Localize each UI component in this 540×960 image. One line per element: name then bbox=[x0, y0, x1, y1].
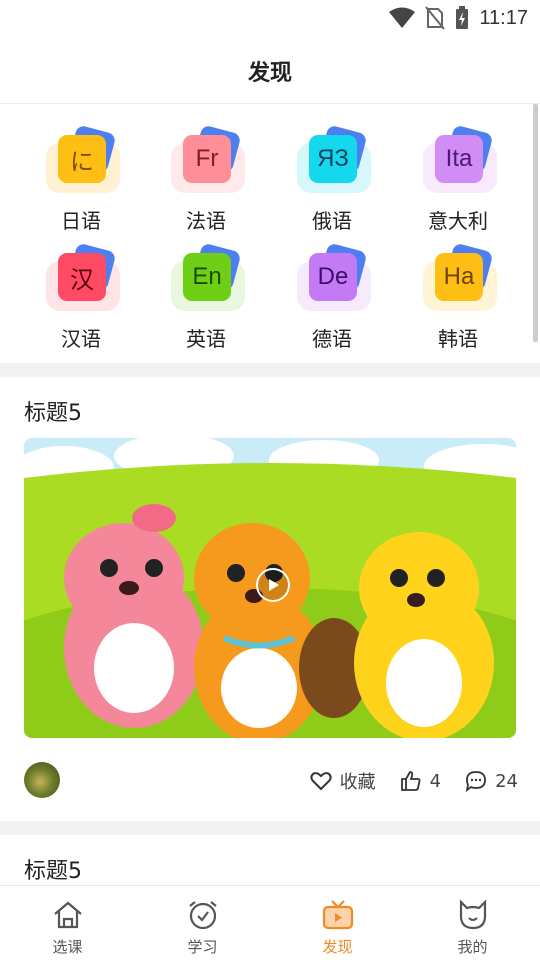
author-avatar[interactable] bbox=[24, 762, 60, 798]
comment-count: 24 bbox=[495, 770, 518, 792]
language-item-italian[interactable]: Ita 意大利 bbox=[395, 113, 521, 233]
korean-badge-icon: Ha bbox=[423, 242, 499, 311]
battery-icon bbox=[456, 6, 469, 29]
like-button[interactable]: 4 bbox=[400, 770, 441, 792]
play-icon bbox=[269, 579, 279, 591]
tab-study[interactable]: 学习 bbox=[135, 886, 270, 960]
cat-face-icon bbox=[459, 899, 486, 930]
no-sim-icon bbox=[425, 6, 446, 30]
language-item-korean[interactable]: Ha 韩语 bbox=[395, 231, 521, 351]
status-icons: 11:17 bbox=[389, 6, 528, 30]
section-divider bbox=[0, 363, 540, 377]
post-actions: 收藏 4 24 bbox=[294, 766, 518, 796]
wifi-icon bbox=[389, 7, 416, 28]
language-grid: に 日语 Fr 法语 ЯЗ 俄语 Ita 意大利 汉 汉语 En 英语 De 德… bbox=[0, 105, 540, 363]
tab-label: 我的 bbox=[457, 938, 488, 956]
language-label: 法语 bbox=[186, 209, 226, 233]
english-badge-icon: En bbox=[171, 242, 247, 311]
home-icon bbox=[53, 901, 82, 929]
language-item-japanese[interactable]: に 日语 bbox=[18, 113, 144, 233]
bottom-tab-bar: 选课 学习 发现 我的 bbox=[0, 885, 540, 960]
play-button[interactable] bbox=[256, 568, 290, 602]
status-time: 11:17 bbox=[479, 6, 528, 29]
post-title[interactable]: 标题5 bbox=[24, 853, 82, 885]
collect-label: 收藏 bbox=[339, 772, 376, 793]
language-label: 德语 bbox=[312, 327, 352, 351]
video-thumbnail[interactable] bbox=[24, 438, 516, 738]
italian-badge-icon: Ita bbox=[423, 124, 499, 193]
tab-label: 选课 bbox=[52, 938, 83, 956]
alarm-clock-icon bbox=[188, 901, 217, 930]
comment-button[interactable]: 24 bbox=[465, 770, 518, 792]
collect-button[interactable]: 收藏 bbox=[310, 768, 376, 794]
language-item-chinese[interactable]: 汉 汉语 bbox=[18, 231, 144, 351]
language-label: 韩语 bbox=[438, 327, 478, 351]
heart-icon bbox=[310, 772, 332, 791]
like-count: 4 bbox=[429, 770, 442, 792]
tab-label: 学习 bbox=[187, 938, 218, 956]
tab-mine[interactable]: 我的 bbox=[405, 886, 540, 960]
tab-courses[interactable]: 选课 bbox=[0, 886, 135, 960]
german-badge-icon: De bbox=[297, 242, 373, 311]
comment-icon bbox=[465, 771, 486, 792]
tv-icon bbox=[322, 900, 353, 930]
french-badge-icon: Fr bbox=[171, 124, 247, 193]
russian-badge-icon: ЯЗ bbox=[297, 124, 373, 193]
post-title[interactable]: 标题5 bbox=[24, 395, 82, 427]
language-item-german[interactable]: De 德语 bbox=[269, 231, 395, 351]
language-label: 汉语 bbox=[61, 327, 101, 351]
language-item-french[interactable]: Fr 法语 bbox=[143, 113, 269, 233]
page-header: 发现 bbox=[0, 38, 540, 104]
language-label: 俄语 bbox=[312, 209, 352, 233]
scrollbar[interactable] bbox=[533, 104, 538, 342]
language-label: 日语 bbox=[61, 209, 101, 233]
page-title: 发现 bbox=[247, 60, 292, 86]
language-label: 英语 bbox=[186, 327, 226, 351]
japanese-badge-icon: に bbox=[46, 124, 122, 193]
chinese-badge-icon: 汉 bbox=[46, 242, 122, 311]
tab-label: 发现 bbox=[322, 938, 353, 956]
language-item-english[interactable]: En 英语 bbox=[143, 231, 269, 351]
section-divider bbox=[0, 821, 540, 835]
status-bar: 11:17 bbox=[0, 0, 540, 38]
language-item-russian[interactable]: ЯЗ 俄语 bbox=[269, 113, 395, 233]
language-label: 意大利 bbox=[428, 209, 488, 233]
thumbs-up-icon bbox=[400, 771, 421, 791]
tab-discover[interactable]: 发现 bbox=[270, 886, 405, 960]
